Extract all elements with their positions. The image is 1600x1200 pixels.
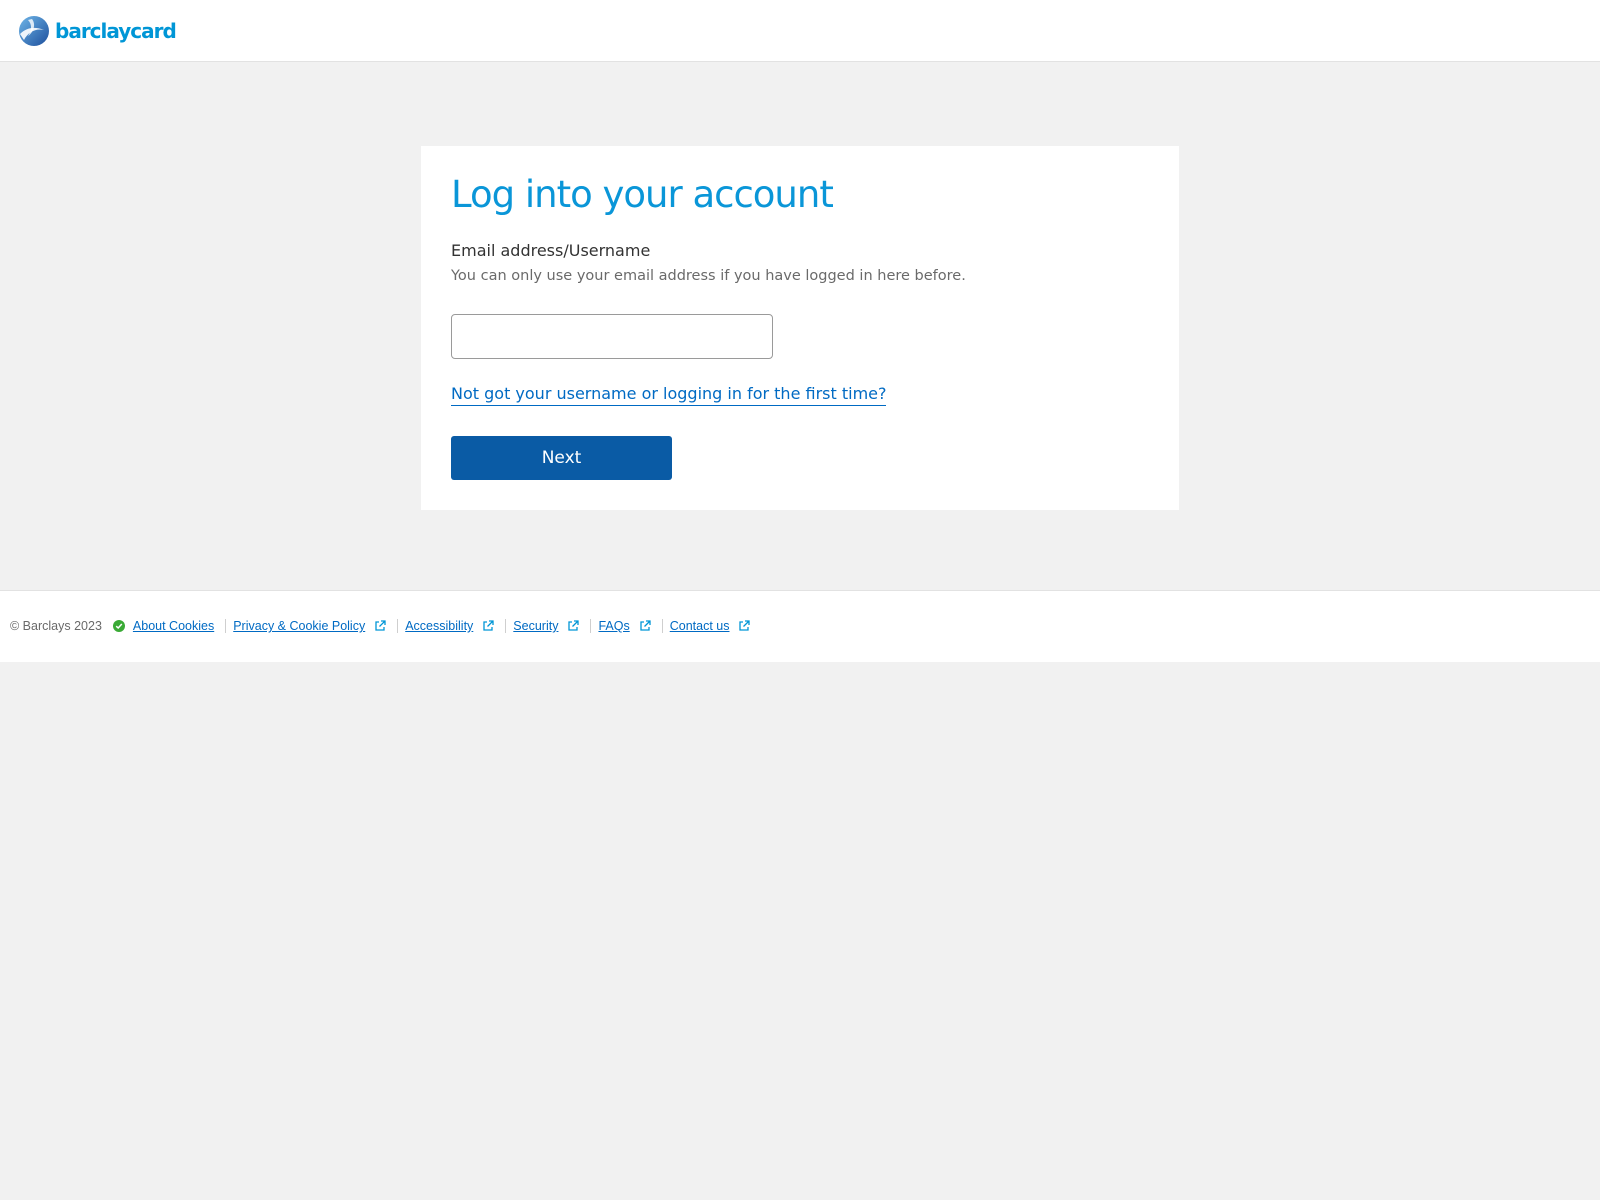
username-hint: You can only use your email address if y… — [451, 268, 966, 284]
footer-link-about-cookies[interactable]: About Cookies — [133, 619, 214, 633]
footer-divider — [225, 619, 227, 633]
external-link-icon — [483, 620, 494, 631]
footer-link-faqs[interactable]: FAQs — [598, 619, 629, 633]
logo-wordmark: barclaycard — [55, 19, 177, 43]
copyright: © Barclays 2023 — [10, 619, 102, 633]
header: barclaycard — [0, 0, 1600, 62]
external-link-icon — [375, 620, 386, 631]
page-title: Log into your account — [451, 173, 834, 216]
external-link-icon — [739, 620, 751, 631]
footer-link-privacy[interactable]: Privacy & Cookie Policy — [233, 619, 365, 633]
login-card: Log into your account Email address/User… — [421, 146, 1179, 510]
footer-divider — [590, 619, 592, 633]
barclays-eagle-icon — [19, 16, 49, 46]
external-link-icon — [640, 620, 651, 631]
footer-links: © Barclays 2023 About Cookies Privacy & … — [10, 618, 751, 634]
footer-divider — [505, 619, 507, 633]
footer-divider — [661, 619, 663, 633]
username-label: Email address/Username — [451, 241, 651, 260]
next-button[interactable]: Next — [451, 436, 672, 480]
check-icon — [112, 620, 125, 632]
footer-link-contact-us[interactable]: Contact us — [670, 619, 730, 633]
barclaycard-logo[interactable]: barclaycard — [16, 14, 177, 48]
footer-link-accessibility[interactable]: Accessibility — [405, 619, 473, 633]
footer-divider — [397, 619, 399, 633]
footer: © Barclays 2023 About Cookies Privacy & … — [0, 590, 1600, 662]
username-input[interactable] — [451, 314, 773, 359]
username-help-link[interactable]: Not got your username or logging in for … — [451, 383, 887, 406]
external-link-icon — [568, 620, 580, 631]
footer-link-security[interactable]: Security — [513, 619, 558, 633]
